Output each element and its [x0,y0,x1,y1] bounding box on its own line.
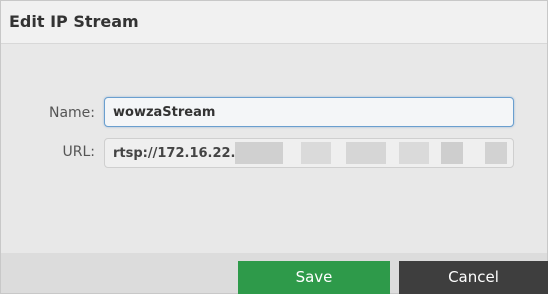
url-redaction-block [235,142,283,164]
url-redaction-block [301,142,331,164]
name-input[interactable] [104,97,514,127]
name-label: Name: [48,105,95,121]
url-redaction-block [399,142,429,164]
url-redaction-block [485,142,507,164]
url-label: URL: [62,144,96,160]
url-redaction-block [346,142,386,164]
save-button[interactable]: Save [238,261,390,294]
edit-ip-stream-dialog: Edit IP Stream Name: URL: [0,0,548,294]
dialog-title-bar: Edit IP Stream [1,1,547,44]
url-redaction-block [441,142,463,164]
dialog-title: Edit IP Stream [9,12,139,31]
cancel-button[interactable]: Cancel [399,261,548,294]
